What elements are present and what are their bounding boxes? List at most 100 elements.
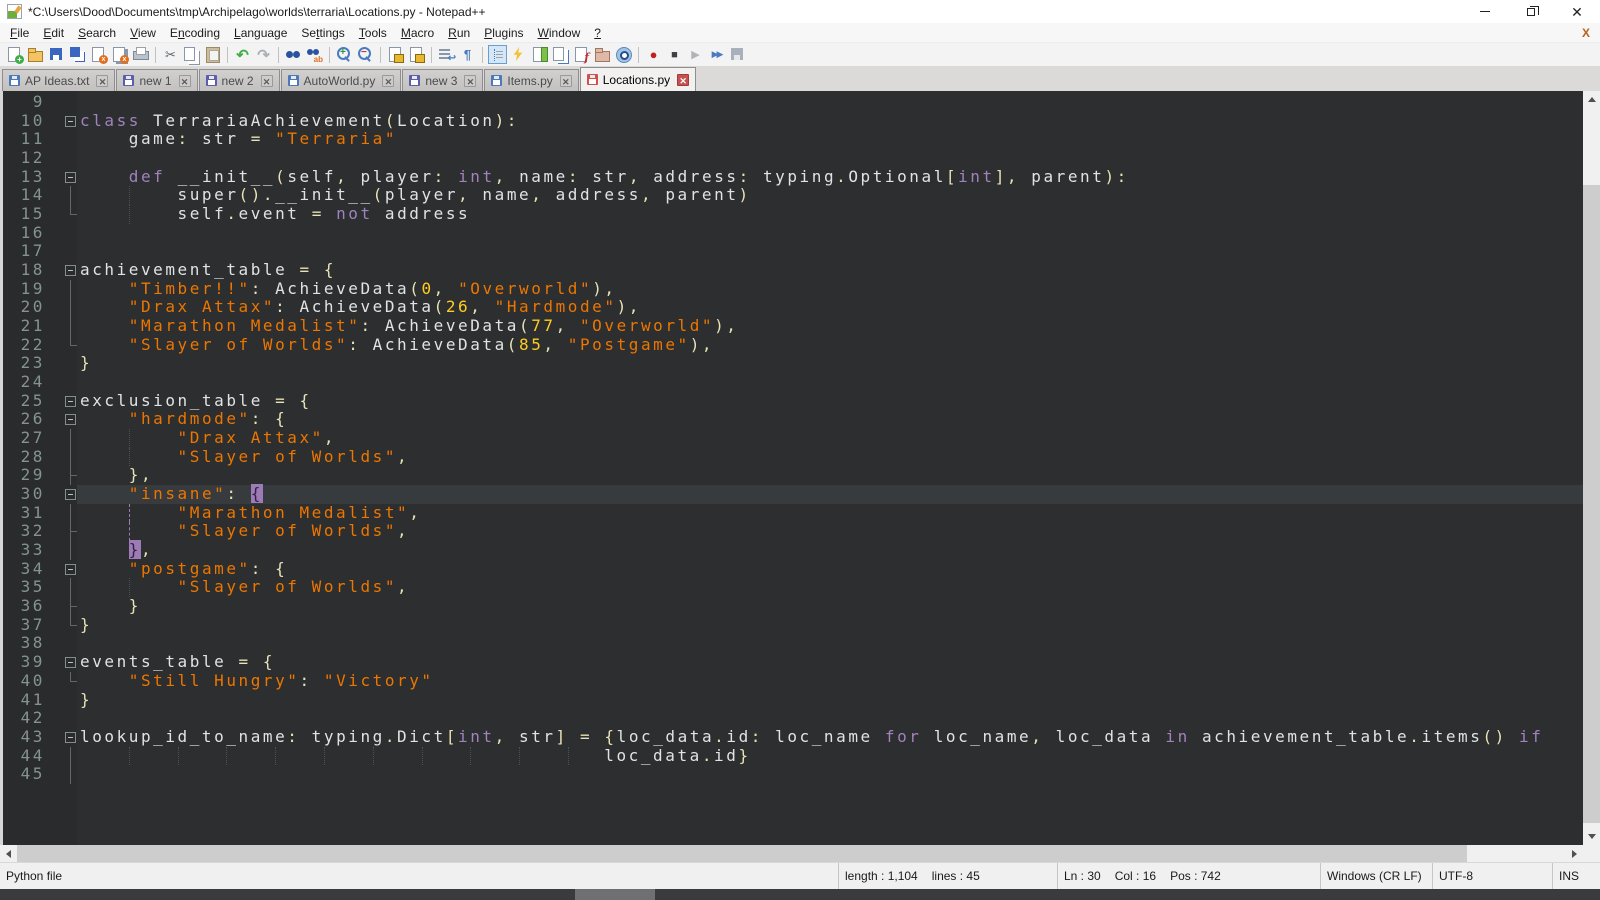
fold-collapse-box-icon[interactable] — [45, 168, 77, 187]
menu-item-language[interactable]: Language — [227, 24, 294, 42]
code-line-25[interactable]: 25exclusion_table = { — [3, 392, 1583, 411]
scroll-left-arrow[interactable] — [0, 845, 17, 862]
vertical-scrollbar[interactable] — [1583, 91, 1600, 845]
code-line-36[interactable]: 36 } — [3, 597, 1583, 616]
code-line-10[interactable]: 10class TerrariaAchievement(Location): — [3, 112, 1583, 131]
close-button[interactable]: ✕ — [1554, 0, 1600, 23]
redo-icon[interactable] — [254, 45, 273, 64]
macro-save-icon[interactable] — [728, 45, 747, 64]
fold-collapse-box-icon[interactable] — [45, 728, 77, 747]
code-line-45[interactable]: 45 — [3, 765, 1583, 784]
menu-item-settings[interactable]: Settings — [294, 24, 351, 42]
code-line-44[interactable]: 44 loc_data.id} — [3, 747, 1583, 766]
fold-collapse-box-icon[interactable] — [45, 560, 77, 579]
code-line-37[interactable]: 37} — [3, 616, 1583, 635]
code-line-11[interactable]: 11 game: str = "Terraria" — [3, 130, 1583, 149]
tab-autoworld-py[interactable]: AutoWorld.py✕ — [281, 69, 402, 91]
close-document-x-icon[interactable]: X — [1582, 26, 1590, 40]
menu-item-search[interactable]: Search — [71, 24, 123, 42]
code-line-26[interactable]: 26 "hardmode": { — [3, 410, 1583, 429]
tab-items-py[interactable]: Items.py✕ — [484, 69, 578, 91]
code-line-16[interactable]: 16 — [3, 224, 1583, 243]
menu-item-file[interactable]: File — [3, 24, 36, 42]
paste-icon[interactable] — [203, 45, 222, 64]
code-line-28[interactable]: 28 "Slayer of Worlds", — [3, 448, 1583, 467]
undo-icon[interactable] — [233, 45, 252, 64]
function-completion-icon[interactable] — [509, 45, 528, 64]
code-area[interactable]: 910class TerrariaAchievement(Location):1… — [3, 91, 1583, 845]
minimize-button[interactable] — [1462, 0, 1508, 23]
fold-collapse-box-icon[interactable] — [45, 392, 77, 411]
scroll-down-arrow[interactable] — [1583, 828, 1600, 845]
code-line-17[interactable]: 17 — [3, 242, 1583, 261]
replace-icon[interactable] — [305, 45, 324, 64]
macro-record-icon[interactable] — [644, 45, 663, 64]
fold-collapse-box-icon[interactable] — [45, 485, 77, 504]
tab-close-icon[interactable]: ✕ — [96, 75, 108, 87]
menu-item-edit[interactable]: Edit — [36, 24, 71, 42]
code-line-9[interactable]: 9 — [3, 93, 1583, 112]
code-line-30[interactable]: 30 "insane": { — [3, 485, 1583, 504]
word-wrap-icon[interactable] — [437, 45, 456, 64]
scroll-right-arrow[interactable] — [1566, 845, 1583, 862]
fold-collapse-box-icon[interactable] — [45, 410, 77, 429]
code-line-13[interactable]: 13 def __init__(self, player: int, name:… — [3, 168, 1583, 187]
menu-item-view[interactable]: View — [123, 24, 163, 42]
cut-icon[interactable] — [161, 45, 180, 64]
code-line-15[interactable]: 15 self.event = not address — [3, 205, 1583, 224]
tab-new-1[interactable]: new 1✕ — [116, 69, 197, 91]
document-map-icon[interactable] — [530, 45, 549, 64]
horizontal-scrollbar-thumb[interactable] — [17, 845, 1467, 862]
tab-close-icon[interactable]: ✕ — [464, 75, 476, 87]
code-line-18[interactable]: 18achievement_table = { — [3, 261, 1583, 280]
sync-scroll-vertical-icon[interactable] — [386, 45, 405, 64]
save-icon[interactable] — [47, 45, 66, 64]
document-list-icon[interactable] — [551, 45, 570, 64]
horizontal-scrollbar[interactable] — [0, 845, 1583, 862]
tab-ap-ideas-txt[interactable]: AP Ideas.txt✕ — [2, 69, 115, 91]
show-indent-guide-icon[interactable] — [488, 45, 507, 64]
code-line-24[interactable]: 24 — [3, 373, 1583, 392]
code-line-34[interactable]: 34 "postgame": { — [3, 560, 1583, 579]
menu-item-tools[interactable]: Tools — [352, 24, 394, 42]
close-document-icon[interactable] — [89, 45, 108, 64]
code-line-19[interactable]: 19 "Timber!!": AchieveData(0, "Overworld… — [3, 280, 1583, 299]
restore-button[interactable] — [1508, 0, 1554, 23]
code-line-35[interactable]: 35 "Slayer of Worlds", — [3, 578, 1583, 597]
zoom-out-icon[interactable] — [356, 45, 375, 64]
fold-collapse-box-icon[interactable] — [45, 261, 77, 280]
menu-item-window[interactable]: Window — [531, 24, 588, 42]
fold-collapse-box-icon[interactable] — [45, 653, 77, 672]
code-line-12[interactable]: 12 — [3, 149, 1583, 168]
code-line-43[interactable]: 43lookup_id_to_name: typing.Dict[int, st… — [3, 728, 1583, 747]
code-line-23[interactable]: 23} — [3, 354, 1583, 373]
zoom-in-icon[interactable] — [335, 45, 354, 64]
menu-item-plugins[interactable]: Plugins — [477, 24, 530, 42]
close-all-documents-icon[interactable] — [110, 45, 129, 64]
save-all-icon[interactable] — [68, 45, 87, 64]
tab-close-icon[interactable]: ✕ — [382, 75, 394, 87]
tab-close-icon[interactable]: ✕ — [560, 75, 572, 87]
sync-scroll-horizontal-icon[interactable] — [407, 45, 426, 64]
code-line-14[interactable]: 14 super().__init__(player, name, addres… — [3, 186, 1583, 205]
code-line-41[interactable]: 41} — [3, 691, 1583, 710]
print-icon[interactable] — [131, 45, 150, 64]
open-file-icon[interactable] — [26, 45, 45, 64]
code-line-27[interactable]: 27 "Drax Attax", — [3, 429, 1583, 448]
code-line-32[interactable]: 32 "Slayer of Worlds", — [3, 522, 1583, 541]
macro-run-multiple-icon[interactable] — [707, 45, 726, 64]
code-line-22[interactable]: 22 "Slayer of Worlds": AchieveData(85, "… — [3, 336, 1583, 355]
tab-close-icon[interactable]: ✕ — [179, 75, 191, 87]
folder-as-workspace-icon[interactable] — [593, 45, 612, 64]
code-line-20[interactable]: 20 "Drax Attax": AchieveData(26, "Hardmo… — [3, 298, 1583, 317]
code-line-40[interactable]: 40 "Still Hungry": "Victory" — [3, 672, 1583, 691]
menu-item-encoding[interactable]: Encoding — [163, 24, 227, 42]
code-line-29[interactable]: 29 }, — [3, 466, 1583, 485]
scroll-up-arrow[interactable] — [1583, 91, 1600, 108]
macro-stop-icon[interactable] — [665, 45, 684, 64]
monitoring-icon[interactable] — [614, 45, 633, 64]
macro-playback-icon[interactable] — [686, 45, 705, 64]
code-line-38[interactable]: 38 — [3, 634, 1583, 653]
code-line-21[interactable]: 21 "Marathon Medalist": AchieveData(77, … — [3, 317, 1583, 336]
show-all-characters-icon[interactable] — [458, 45, 477, 64]
